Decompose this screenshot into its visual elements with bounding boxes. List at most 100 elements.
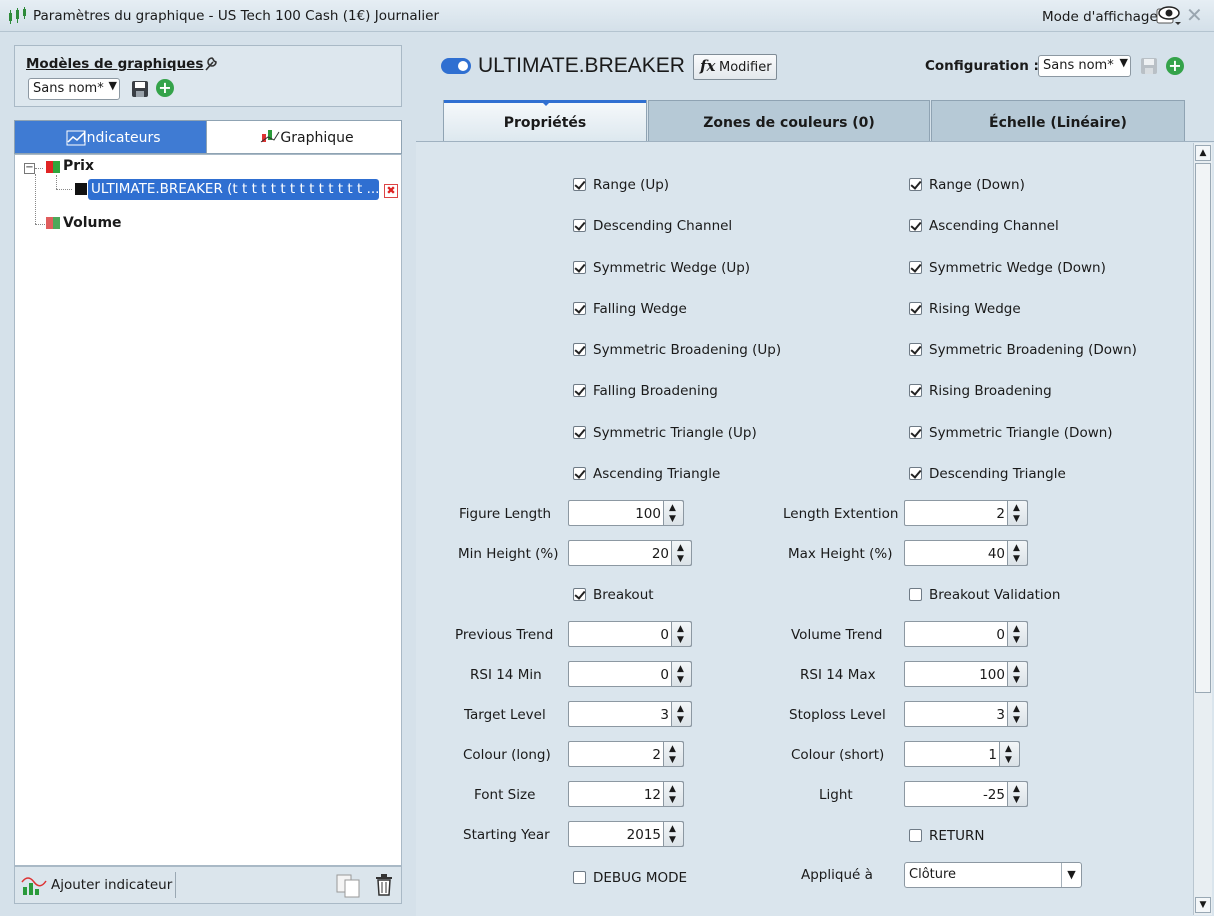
add-indicator-icon[interactable]: [21, 873, 47, 897]
tree-item-prix[interactable]: Prix: [63, 158, 94, 174]
colour-short-input[interactable]: 1 ▲ ▼: [904, 741, 1020, 767]
up-icon[interactable]: ▲: [669, 504, 676, 513]
figure-length-input[interactable]: 100 ▲ ▼: [568, 500, 684, 526]
down-icon[interactable]: ▼: [677, 555, 684, 564]
pattern-checkbox[interactable]: Symmetric Broadening (Down): [909, 342, 1137, 358]
display-mode-label[interactable]: Mode d'affichage: [1042, 9, 1158, 25]
up-icon[interactable]: ▲: [677, 705, 684, 714]
target-level-stepper[interactable]: ▲ ▼: [671, 701, 692, 727]
down-icon[interactable]: ▼: [669, 836, 676, 845]
colour-short-stepper[interactable]: ▲ ▼: [999, 741, 1020, 767]
scroll-thumb[interactable]: [1195, 163, 1211, 693]
scroll-down-icon[interactable]: ▼: [1195, 897, 1211, 913]
pattern-checkbox[interactable]: Range (Up): [573, 177, 669, 193]
up-icon[interactable]: ▲: [1013, 705, 1020, 714]
up-icon[interactable]: ▲: [669, 825, 676, 834]
tree-item-volume[interactable]: Volume: [63, 215, 122, 231]
add-model-plus-icon[interactable]: +: [156, 79, 174, 97]
checkbox-box[interactable]: [573, 467, 586, 480]
up-icon[interactable]: ▲: [1013, 785, 1020, 794]
down-icon[interactable]: ▼: [677, 636, 684, 645]
rsi-max-stepper[interactable]: ▲ ▼: [1007, 661, 1028, 687]
chevron-down-icon[interactable]: ▼: [1061, 863, 1081, 887]
checkbox-box[interactable]: [573, 384, 586, 397]
length-extention-stepper[interactable]: ▲ ▼: [1007, 500, 1028, 526]
rsi-min-stepper[interactable]: ▲ ▼: [671, 661, 692, 687]
down-icon[interactable]: ▼: [1005, 756, 1012, 765]
display-mode-eye-icon[interactable]: [1155, 4, 1183, 28]
checkbox-box[interactable]: [909, 426, 922, 439]
debug-mode-checkbox[interactable]: DEBUG MODE: [573, 870, 687, 886]
save-icon[interactable]: [131, 80, 149, 98]
pattern-checkbox[interactable]: Symmetric Wedge (Down): [909, 260, 1106, 276]
target-level-input[interactable]: 3 ▲ ▼: [568, 701, 692, 727]
applied-to-select[interactable]: Clôture ▼: [904, 862, 1082, 888]
checkbox-box[interactable]: [909, 343, 922, 356]
checkbox-box[interactable]: [909, 261, 922, 274]
up-icon[interactable]: ▲: [1013, 625, 1020, 634]
pattern-checkbox[interactable]: Rising Broadening: [909, 383, 1052, 399]
copy-icon[interactable]: [335, 873, 363, 899]
wrench-icon[interactable]: [203, 54, 219, 72]
stoploss-level-stepper[interactable]: ▲ ▼: [1007, 701, 1028, 727]
pattern-checkbox[interactable]: Symmetric Broadening (Up): [573, 342, 781, 358]
return-checkbox[interactable]: RETURN: [909, 828, 985, 844]
max-height-stepper[interactable]: ▲ ▼: [1007, 540, 1028, 566]
down-icon[interactable]: ▼: [1013, 796, 1020, 805]
checkbox-box[interactable]: [573, 588, 586, 601]
up-icon[interactable]: ▲: [669, 745, 676, 754]
checkbox-box[interactable]: [909, 302, 922, 315]
colour-long-input[interactable]: 2 ▲ ▼: [568, 741, 684, 767]
checkbox-box[interactable]: [573, 261, 586, 274]
tab-zones-couleurs[interactable]: Zones de couleurs (0): [648, 100, 930, 142]
tab-echelle[interactable]: Échelle (Linéaire): [931, 100, 1185, 142]
down-icon[interactable]: ▼: [1013, 515, 1020, 524]
trash-icon[interactable]: [373, 873, 395, 897]
configuration-select[interactable]: Sans nom* ▼: [1038, 55, 1131, 77]
tab-indicateurs[interactable]: Indicateurs: [14, 120, 207, 154]
add-config-plus-icon[interactable]: +: [1166, 57, 1184, 75]
up-icon[interactable]: ▲: [677, 665, 684, 674]
checkbox-box[interactable]: [909, 467, 922, 480]
checkbox-box[interactable]: [573, 426, 586, 439]
indicator-color-swatch[interactable]: [75, 183, 87, 195]
breakout-validation-checkbox[interactable]: Breakout Validation: [909, 587, 1061, 603]
modify-button[interactable]: fx Modifier: [693, 54, 777, 80]
indicator-enabled-toggle[interactable]: [441, 58, 471, 74]
light-stepper[interactable]: ▲ ▼: [1007, 781, 1028, 807]
tree-item-ultimate-breaker[interactable]: ULTIMATE.BREAKER (t t t t t t t t t t t …: [88, 179, 379, 200]
pattern-checkbox[interactable]: Descending Channel: [573, 218, 732, 234]
up-icon[interactable]: ▲: [677, 544, 684, 553]
up-icon[interactable]: ▲: [1005, 745, 1012, 754]
down-icon[interactable]: ▼: [1013, 676, 1020, 685]
tab-proprietes[interactable]: Propriétés: [443, 100, 647, 142]
checkbox-box[interactable]: [909, 384, 922, 397]
font-size-stepper[interactable]: ▲ ▼: [663, 781, 684, 807]
down-icon[interactable]: ▼: [669, 756, 676, 765]
pattern-checkbox[interactable]: Ascending Triangle: [573, 466, 720, 482]
volume-trend-stepper[interactable]: ▲ ▼: [1007, 621, 1028, 647]
checkbox-box[interactable]: [909, 829, 922, 842]
breakout-checkbox[interactable]: Breakout: [573, 587, 654, 603]
pattern-checkbox[interactable]: Range (Down): [909, 177, 1025, 193]
down-icon[interactable]: ▼: [1013, 555, 1020, 564]
close-icon[interactable]: ✕: [1186, 5, 1203, 25]
pattern-checkbox[interactable]: Falling Broadening: [573, 383, 718, 399]
remove-indicator-icon[interactable]: ✖: [384, 184, 398, 198]
checkbox-box[interactable]: [909, 178, 922, 191]
rsi-max-input[interactable]: 100 ▲ ▼: [904, 661, 1028, 687]
up-icon[interactable]: ▲: [677, 625, 684, 634]
length-extention-input[interactable]: 2 ▲ ▼: [904, 500, 1028, 526]
colour-long-stepper[interactable]: ▲ ▼: [663, 741, 684, 767]
pattern-checkbox[interactable]: Descending Triangle: [909, 466, 1066, 482]
up-icon[interactable]: ▲: [669, 785, 676, 794]
previous-trend-stepper[interactable]: ▲ ▼: [671, 621, 692, 647]
down-icon[interactable]: ▼: [1013, 636, 1020, 645]
min-height-input[interactable]: 20 ▲ ▼: [568, 540, 692, 566]
tab-graphique[interactable]: Graphique: [206, 120, 402, 154]
up-icon[interactable]: ▲: [1013, 665, 1020, 674]
checkbox-box[interactable]: [909, 219, 922, 232]
previous-trend-input[interactable]: 0 ▲ ▼: [568, 621, 692, 647]
starting-year-input[interactable]: 2015 ▲ ▼: [568, 821, 684, 847]
pattern-checkbox[interactable]: Symmetric Wedge (Up): [573, 260, 750, 276]
